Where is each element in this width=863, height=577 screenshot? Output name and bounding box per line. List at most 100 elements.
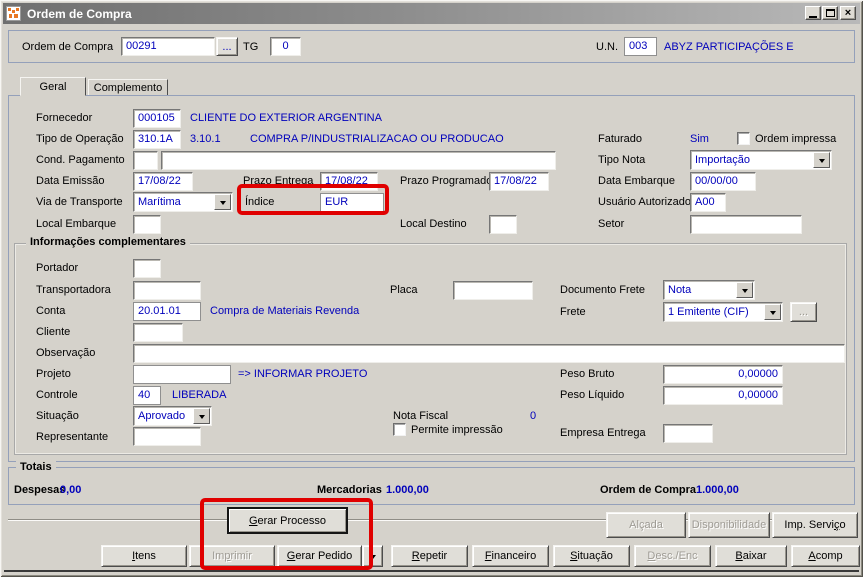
order-browse-button[interactable]: ... <box>216 37 238 56</box>
setor-label: Setor <box>598 218 625 230</box>
controle-field[interactable]: 40 <box>133 386 161 405</box>
un-code-field[interactable]: 003 <box>624 37 657 56</box>
gerar-pedido-button[interactable]: Gerar Pedido <box>277 545 362 567</box>
indice-field[interactable]: EUR <box>320 193 384 212</box>
totais-title: Totais <box>16 461 56 473</box>
tab-complemento[interactable]: Complemento <box>88 79 168 96</box>
via-transporte-dropdown-arrow-icon[interactable] <box>214 194 231 210</box>
portador-label: Portador <box>36 262 79 274</box>
imp-servico-button[interactable]: Imp. Servi ç o <box>772 512 858 538</box>
un-name-text: ABYZ PARTICIPAÇÕES E <box>664 41 794 53</box>
situacao-label: Situação <box>36 410 79 422</box>
representante-field[interactable] <box>133 427 201 446</box>
tg-label: TG <box>243 41 259 53</box>
fornecedor-field[interactable]: 000105 <box>133 109 181 128</box>
minimize-button[interactable] <box>805 6 821 20</box>
local-embarque-field[interactable] <box>133 215 161 234</box>
imprimir-button[interactable]: Im p rimir <box>189 545 275 567</box>
prazo-entrega-label: Prazo Entrega <box>243 175 314 187</box>
controle-label: Controle <box>36 389 78 401</box>
mercadorias-label: Mercadorias <box>317 484 382 496</box>
tg-field[interactable]: 0 <box>270 37 301 56</box>
data-emissao-label: Data Emissão <box>36 175 105 187</box>
situacao-button[interactable]: Situação <box>553 545 630 567</box>
usuario-autorizado-field[interactable]: A00 <box>690 193 726 212</box>
tipo-operacao-field[interactable]: 310.1A <box>133 130 181 149</box>
placa-field[interactable] <box>453 281 533 300</box>
tipo-operacao-cfop-text: 3.10.1 <box>190 133 221 145</box>
financeiro-button[interactable]: Financeiro <box>472 545 549 567</box>
projeto-field[interactable] <box>133 365 231 384</box>
gerar-pedido-dropdown-arrow-button[interactable] <box>362 545 383 567</box>
frete-dropdown-arrow-icon[interactable] <box>764 304 781 320</box>
prazo-programado-field[interactable]: 17/08/22 <box>489 172 549 191</box>
itens-button[interactable]: Itens <box>101 545 187 567</box>
frete-browse-button[interactable]: ... <box>790 302 817 322</box>
situacao-dropdown-arrow-icon[interactable] <box>193 408 210 424</box>
maximize-icon <box>825 9 835 17</box>
cliente-label: Cliente <box>36 326 71 338</box>
observacao-field[interactable] <box>133 344 845 363</box>
disponibilidade-button[interactable]: Disponibilidade <box>688 512 770 538</box>
order-number-field[interactable]: 00291 <box>121 37 215 56</box>
via-transporte-label: Via de Transporte <box>36 196 123 208</box>
desc-enc-button[interactable]: Desc./Enc <box>634 545 711 567</box>
frete-label: Frete <box>560 306 586 318</box>
permite-impressao-label: Permite impressão <box>411 424 503 436</box>
mercadorias-value: 1.000,00 <box>386 484 429 496</box>
permite-impressao-checkbox[interactable] <box>393 423 406 436</box>
cond-pagamento-desc-field[interactable] <box>161 151 556 170</box>
cond-pagamento-code-field[interactable] <box>133 151 158 170</box>
frete-value: 1 Emitente (CIF) <box>668 306 749 318</box>
frete-dropdown[interactable]: 1 Emitente (CIF) <box>663 302 783 322</box>
bottom-edge <box>4 570 859 572</box>
documento-frete-dropdown[interactable]: Nota <box>663 280 755 300</box>
conta-desc-text: Compra de Materiais Revenda <box>210 305 360 317</box>
alcada-button[interactable]: Alçada <box>606 512 686 538</box>
nota-fiscal-value: 0 <box>530 410 537 422</box>
acomp-button[interactable]: Acomp <box>791 545 860 567</box>
empresa-entrega-field[interactable] <box>663 424 713 443</box>
baixar-button[interactable]: Baixar <box>715 545 787 567</box>
gerar-processo-button[interactable]: Gerar Processo <box>227 507 348 534</box>
representante-label: Representante <box>36 431 109 443</box>
situacao-dropdown[interactable]: Aprovado <box>133 406 212 426</box>
ordem-impressa-checkbox[interactable] <box>737 132 750 145</box>
prazo-programado-label: Prazo Programado <box>400 175 493 187</box>
tipo-nota-dropdown[interactable]: Importação <box>690 150 832 170</box>
local-destino-label: Local Destino <box>400 218 467 230</box>
portador-field[interactable] <box>133 259 161 278</box>
indice-label: Índice <box>245 196 275 208</box>
via-transporte-value: Marítima <box>138 196 181 208</box>
peso-bruto-field[interactable]: 0,00000 <box>663 365 783 384</box>
documento-frete-value: Nota <box>668 284 692 296</box>
close-button[interactable]: × <box>840 6 856 20</box>
projeto-label: Projeto <box>36 368 71 380</box>
tipo-nota-dropdown-arrow-icon[interactable] <box>813 152 830 168</box>
un-label: U.N. <box>596 41 618 53</box>
transportadora-field[interactable] <box>133 281 201 300</box>
faturado-value: Sim <box>690 133 709 145</box>
conta-field[interactable]: 20.01.01 <box>133 302 201 321</box>
tab-geral[interactable]: Geral <box>20 77 86 96</box>
local-embarque-label: Local Embarque <box>36 218 117 230</box>
conta-label: Conta <box>36 305 66 317</box>
repetir-button[interactable]: Repetir <box>391 545 468 567</box>
cliente-field[interactable] <box>133 323 183 342</box>
peso-liquido-field[interactable]: 0,00000 <box>663 386 783 405</box>
setor-field[interactable] <box>690 215 802 234</box>
documento-frete-label: Documento Frete <box>560 284 645 296</box>
prazo-entrega-field[interactable]: 17/08/22 <box>320 172 378 191</box>
maximize-button[interactable] <box>822 6 838 20</box>
data-embarque-label: Data Embarque <box>598 175 676 187</box>
minimize-icon <box>809 15 817 18</box>
peso-bruto-label: Peso Bruto <box>560 368 615 380</box>
despesas-label: Despesas <box>14 484 66 496</box>
data-embarque-field[interactable]: 00/00/00 <box>690 172 756 191</box>
data-emissao-field[interactable]: 17/08/22 <box>133 172 193 191</box>
via-transporte-dropdown[interactable]: Marítima <box>133 192 233 212</box>
chevron-down-icon <box>369 554 376 562</box>
local-destino-field[interactable] <box>489 215 517 234</box>
projeto-hint-text: => INFORMAR PROJETO <box>238 368 368 380</box>
documento-frete-dropdown-arrow-icon[interactable] <box>736 282 753 298</box>
